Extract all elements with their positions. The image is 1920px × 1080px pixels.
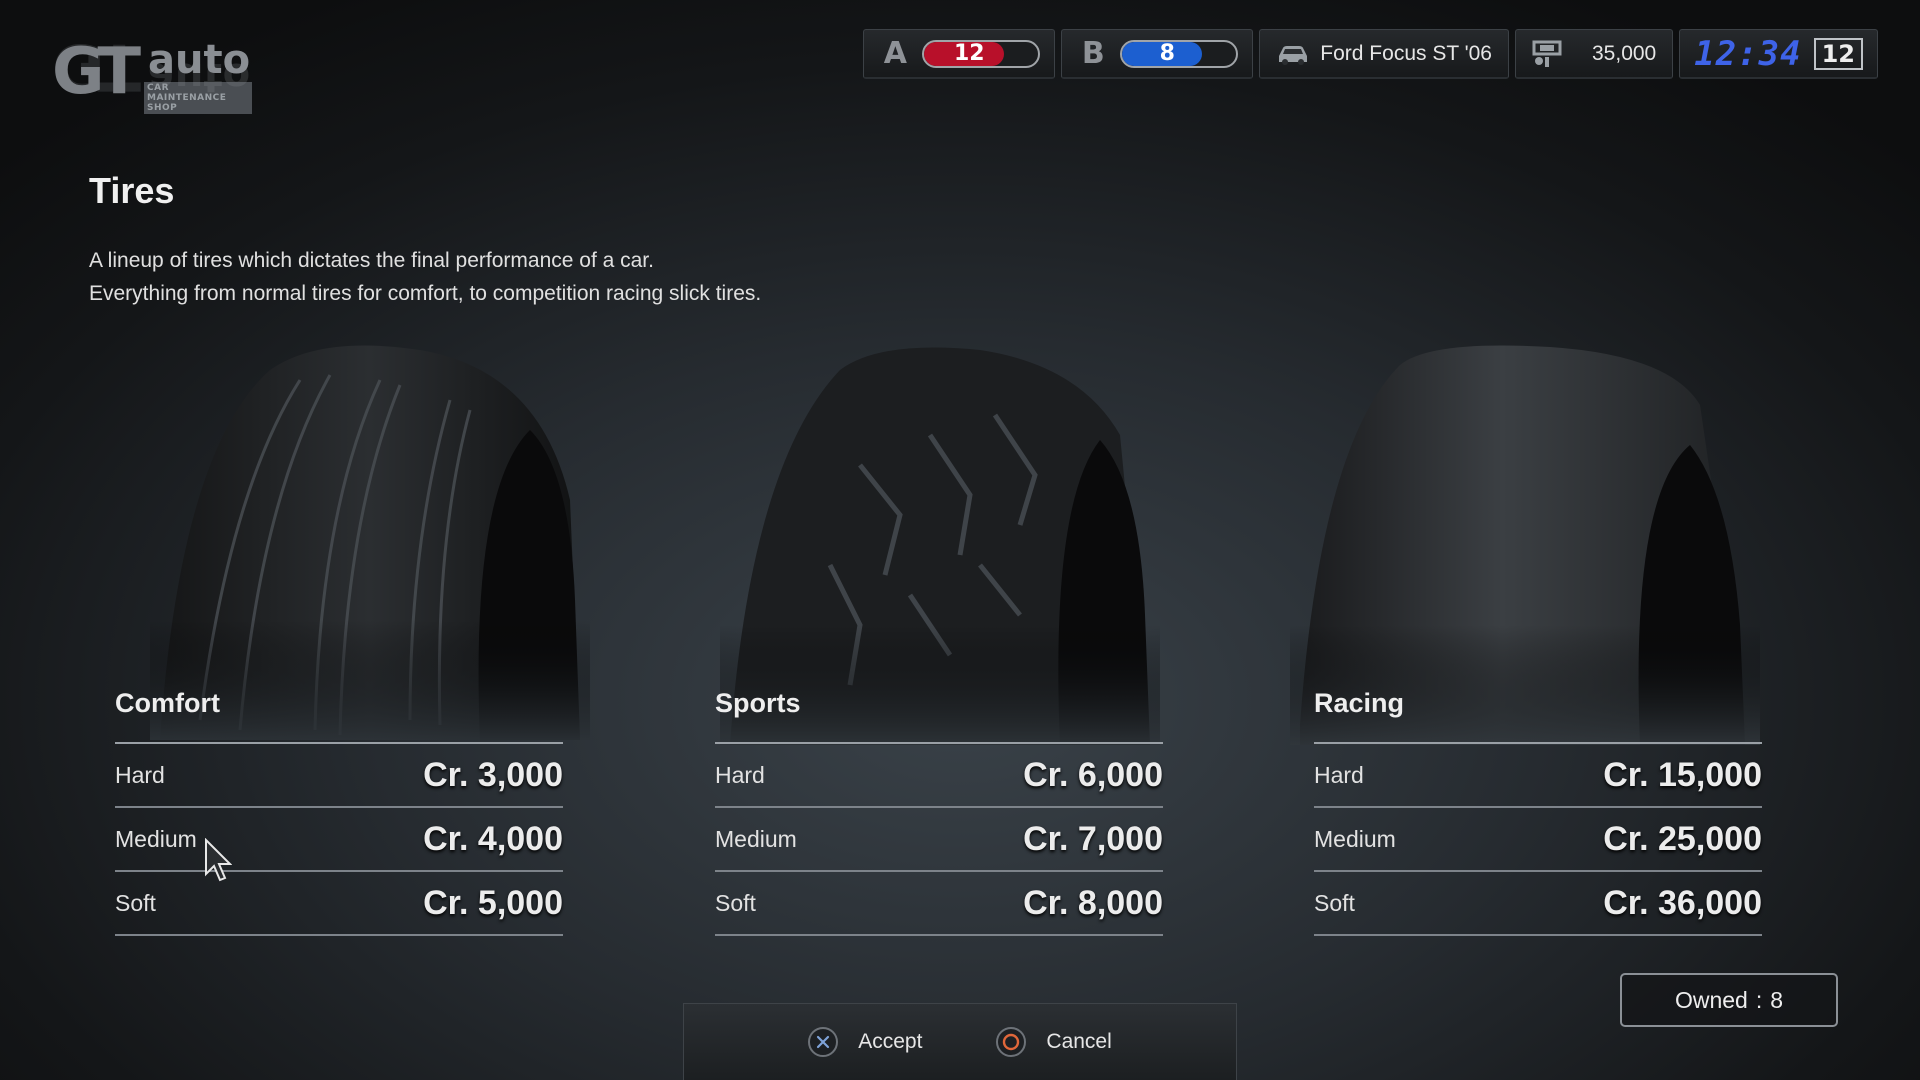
tire-option-comfort-hard[interactable]: Hard Cr. 3,000 xyxy=(115,744,563,808)
description-line-2: Everything from normal tires for comfort… xyxy=(89,282,762,305)
page-title: Tires xyxy=(89,170,175,211)
grade-label: Medium xyxy=(715,825,797,852)
tire-option-racing-soft[interactable]: Soft Cr. 36,000 xyxy=(1314,872,1762,936)
grade-label: Hard xyxy=(1314,761,1364,788)
price-label: Cr. 36,000 xyxy=(1603,883,1762,922)
cross-button-icon xyxy=(808,1027,839,1057)
cancel-button[interactable]: Cancel xyxy=(996,1027,1112,1057)
price-label: Cr. 15,000 xyxy=(1603,755,1762,794)
grade-label: Soft xyxy=(1314,889,1355,916)
owned-separator: : xyxy=(1755,986,1763,1013)
car-segment: Ford Focus ST '06 xyxy=(1259,29,1509,79)
circle-button-icon xyxy=(996,1027,1027,1057)
owned-label: Owned xyxy=(1674,986,1748,1013)
grade-label: Medium xyxy=(115,825,197,852)
license-a-letter: A xyxy=(883,36,907,71)
tire-option-sports-hard[interactable]: Hard Cr. 6,000 xyxy=(715,744,1163,808)
price-label: Cr. 7,000 xyxy=(1023,819,1163,858)
price-label: Cr. 4,000 xyxy=(423,819,563,858)
grade-label: Hard xyxy=(115,761,165,788)
grade-label: Soft xyxy=(115,889,156,916)
license-b-value: 8 xyxy=(1159,40,1175,66)
gt-auto-logo: GT auto CAR MAINTENANCE SHOP GT auto xyxy=(52,29,252,114)
price-label: Cr. 3,000 xyxy=(423,755,563,794)
comfort-tire-image[interactable] xyxy=(150,340,590,740)
owned-counter: Owned : 8 xyxy=(1620,973,1838,1027)
license-b-letter: B xyxy=(1081,36,1105,71)
page-description: A lineup of tires which dictates the fin… xyxy=(89,244,761,310)
price-label: Cr. 8,000 xyxy=(1023,883,1163,922)
price-label: Cr. 5,000 xyxy=(423,883,563,922)
accept-label: Accept xyxy=(858,1030,923,1053)
clock-segment: 12:34 12 xyxy=(1679,29,1878,79)
license-a-segment: A 12 xyxy=(863,29,1056,79)
tire-option-racing-medium[interactable]: Medium Cr. 25,000 xyxy=(1314,808,1762,872)
status-bar: A 12 B 8 Ford Focus ST '06 35,000 12:34 … xyxy=(863,29,1878,79)
license-b-gauge: 8 xyxy=(1120,39,1239,68)
tire-option-sports-soft[interactable]: Soft Cr. 8,000 xyxy=(715,872,1163,936)
day-counter: 12 xyxy=(1813,37,1863,70)
category-title-comfort: Comfort xyxy=(115,688,563,744)
sports-panel: Sports Hard Cr. 6,000 Medium Cr. 7,000 S… xyxy=(715,688,1163,936)
credits-value: 35,000 xyxy=(1592,41,1657,65)
license-a-value: 12 xyxy=(953,40,985,66)
tire-option-racing-hard[interactable]: Hard Cr. 15,000 xyxy=(1314,744,1762,808)
price-label: Cr. 6,000 xyxy=(1023,755,1163,794)
clock-time: 12:34 xyxy=(1694,33,1802,74)
racing-tire-image[interactable] xyxy=(1290,345,1760,745)
action-bar: Accept Cancel xyxy=(683,1003,1237,1080)
car-icon xyxy=(1279,45,1308,65)
current-car: Ford Focus ST '06 xyxy=(1320,41,1492,65)
tire-option-comfort-medium[interactable]: Medium Cr. 4,000 xyxy=(115,808,563,872)
cancel-label: Cancel xyxy=(1046,1030,1112,1053)
license-b-segment: B 8 xyxy=(1061,29,1254,79)
credits-segment: 35,000 xyxy=(1515,29,1674,79)
grade-label: Soft xyxy=(715,889,756,916)
description-line-1: A lineup of tires which dictates the fin… xyxy=(89,249,654,272)
comfort-panel: Comfort Hard Cr. 3,000 Medium Cr. 4,000 … xyxy=(115,688,563,936)
license-a-gauge: 12 xyxy=(922,39,1041,68)
accept-button[interactable]: Accept xyxy=(808,1027,922,1057)
sports-tire-image[interactable] xyxy=(720,345,1160,745)
owned-value: 8 xyxy=(1770,986,1784,1013)
price-label: Cr. 25,000 xyxy=(1603,819,1762,858)
racing-panel: Racing Hard Cr. 15,000 Medium Cr. 25,000… xyxy=(1314,688,1762,936)
grade-label: Hard xyxy=(715,761,765,788)
credits-icon xyxy=(1532,40,1562,67)
mouse-cursor-icon xyxy=(205,838,232,882)
category-title-sports: Sports xyxy=(715,688,1163,744)
category-title-racing: Racing xyxy=(1314,688,1762,744)
tire-option-sports-medium[interactable]: Medium Cr. 7,000 xyxy=(715,808,1163,872)
tire-option-comfort-soft[interactable]: Soft Cr. 5,000 xyxy=(115,872,563,936)
grade-label: Medium xyxy=(1314,825,1396,852)
